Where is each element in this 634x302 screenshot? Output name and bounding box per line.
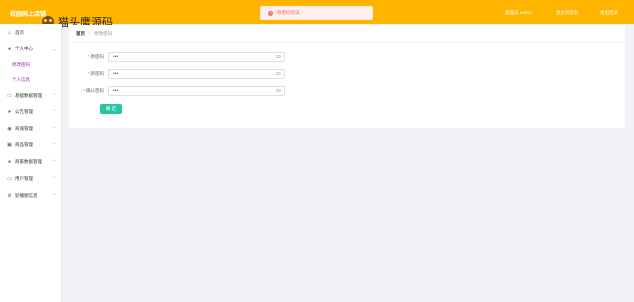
old-password-input[interactable] xyxy=(108,52,285,62)
sidebar-subitem-personal-info[interactable]: 个人信息 xyxy=(0,74,62,86)
error-toast: × 原密码错误 xyxy=(260,6,373,20)
sidebar: ⌂ 首页 ● 个人中心 ︿ 修改密码 个人信息 ▭ 基础数据管理 ﹀ ➤ 公告管… xyxy=(0,24,62,302)
sidebar-item-label: 商品管理 xyxy=(15,142,33,147)
sidebar-item-products[interactable]: ▣ 商品管理 ﹀ xyxy=(0,139,62,151)
sidebar-item-label: 用户管理 xyxy=(15,176,33,181)
sidebar-subitem-change-password[interactable]: 修改密码 xyxy=(0,59,62,71)
chevron-down-icon: ﹀ xyxy=(52,142,56,147)
confirm-password-label: *确认密码 xyxy=(83,88,104,93)
sidebar-item-label: 轮播图信息 xyxy=(15,193,38,198)
sidebar-item-home[interactable]: ⌂ 首页 xyxy=(0,27,62,39)
sidebar-item-label: 首页 xyxy=(15,30,24,35)
main-content: 首页 / 修改密码 *原密码 *新密码 *确认密码 确 定 xyxy=(62,24,634,302)
box-icon: ▣ xyxy=(7,141,12,148)
sidebar-item-label: 公告管理 xyxy=(15,109,33,114)
breadcrumb-current: 修改密码 xyxy=(94,30,113,36)
user-icon: ● xyxy=(7,45,12,52)
chevron-down-icon: ﹀ xyxy=(52,93,56,98)
logout-link[interactable]: 退出登录 xyxy=(600,10,618,16)
confirm-password-input[interactable] xyxy=(108,86,285,96)
sidebar-item-personal-center[interactable]: ● 个人中心 ︿ xyxy=(0,43,62,55)
folder-icon: ▭ xyxy=(7,92,12,99)
password-form-card: *原密码 *新密码 *确认密码 确 定 xyxy=(69,43,625,128)
sidebar-item-label: 修改密码 xyxy=(12,62,30,67)
chevron-down-icon: ﹀ xyxy=(52,109,56,114)
sidebar-item-label: 商家数据管理 xyxy=(15,159,42,164)
eye-icon[interactable] xyxy=(276,89,281,92)
sidebar-item-announcements[interactable]: ➤ 公告管理 ﹀ xyxy=(0,106,62,118)
settings-icon: ⚙ xyxy=(7,192,12,199)
new-password-input[interactable] xyxy=(108,69,285,79)
folder-icon: ▭ xyxy=(7,175,12,182)
admin-user-link[interactable]: 管理员 admin xyxy=(505,10,532,16)
confirm-password-row: *确认密码 xyxy=(69,86,625,96)
sidebar-item-merchants[interactable]: ● 商家数据管理 ﹀ xyxy=(0,156,62,168)
sidebar-item-users[interactable]: ▭ 用户管理 ﹀ xyxy=(0,173,62,185)
sidebar-item-mall[interactable]: ◉ 商城管理 ﹀ xyxy=(0,123,62,135)
breadcrumb: 首页 / 修改密码 xyxy=(69,25,625,42)
eye-icon[interactable] xyxy=(276,72,281,75)
user-icon: ● xyxy=(7,158,12,165)
chevron-down-icon: ﹀ xyxy=(52,159,56,164)
eye-icon[interactable] xyxy=(276,55,281,58)
sidebar-item-label: 个人信息 xyxy=(12,77,30,82)
toast-message: 原密码错误 xyxy=(277,10,300,15)
sidebar-item-label: 基础数据管理 xyxy=(15,93,42,98)
chevron-down-icon: ﹀ xyxy=(52,176,56,181)
send-icon: ➤ xyxy=(7,108,12,115)
breadcrumb-separator: / xyxy=(89,31,91,36)
chevron-up-icon: ︿ xyxy=(52,46,56,51)
old-password-label: *原密码 xyxy=(87,54,104,59)
sidebar-item-label: 个人中心 xyxy=(15,46,33,51)
sidebar-item-basic-data[interactable]: ▭ 基础数据管理 ﹀ xyxy=(0,90,62,102)
back-to-front-link[interactable]: 退出到前台 xyxy=(556,10,579,16)
breadcrumb-home[interactable]: 首页 xyxy=(76,31,85,37)
error-circle-icon: × xyxy=(268,10,273,16)
chevron-down-icon: ﹀ xyxy=(52,126,56,131)
home-icon: ⌂ xyxy=(7,29,12,36)
app-title: 校园网上店铺 xyxy=(10,12,47,18)
location-icon: ◉ xyxy=(7,125,12,132)
chevron-down-icon: ﹀ xyxy=(52,193,56,198)
sidebar-item-label: 商城管理 xyxy=(15,126,33,131)
new-password-label: *新密码 xyxy=(87,71,104,76)
new-password-row: *新密码 xyxy=(69,69,625,79)
old-password-row: *原密码 xyxy=(69,52,625,62)
sidebar-item-carousel[interactable]: ⚙ 轮播图信息 ﹀ xyxy=(0,190,62,202)
confirm-button[interactable]: 确 定 xyxy=(100,104,122,114)
